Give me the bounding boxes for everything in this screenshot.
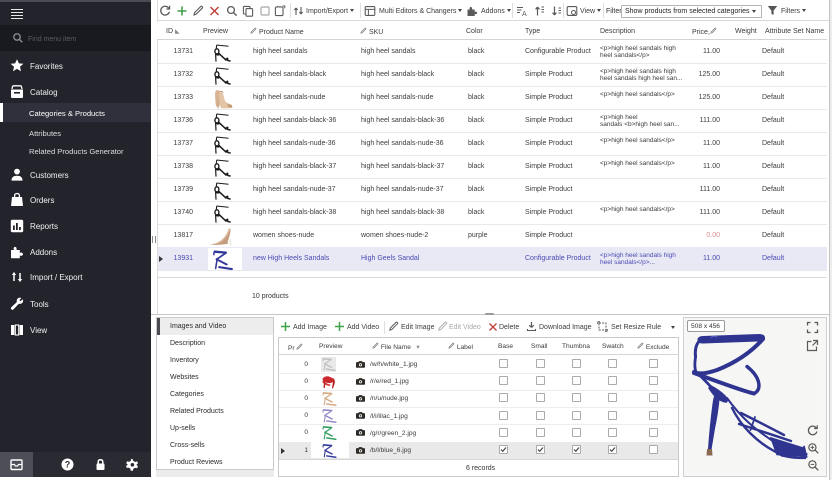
svg-text:?: ? <box>65 460 71 470</box>
svg-text:A: A <box>522 11 527 18</box>
